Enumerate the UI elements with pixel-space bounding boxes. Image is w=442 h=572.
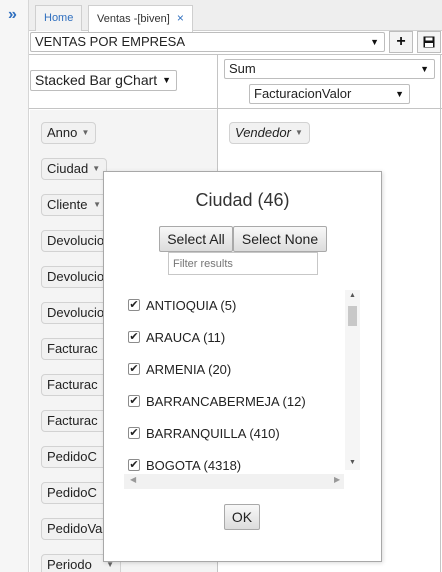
save-button[interactable] (417, 31, 441, 53)
attribute-label: Ciudad (47, 161, 89, 176)
sidebar-rail: » (0, 0, 29, 572)
list-item-label: ANTIOQUIA (5) (146, 298, 237, 313)
attribute-label: Devolucio (47, 305, 105, 320)
filter-dialog-title: Ciudad (46) (195, 190, 290, 210)
list-item-label: BARRANCABERMEJA (12) (146, 394, 306, 409)
report-select-value: VENTAS POR EMPRESA (35, 34, 186, 49)
ok-button[interactable]: OK (224, 504, 260, 530)
checkbox[interactable]: ✔ (128, 427, 140, 439)
scroll-right-icon[interactable]: ▶ (334, 475, 340, 484)
attribute-label: Facturac (47, 413, 98, 428)
chevron-down-icon: ▼ (420, 64, 429, 74)
divider (29, 54, 442, 55)
tab-label: Home (44, 12, 74, 24)
expand-sidebar-icon[interactable]: » (8, 6, 17, 24)
scroll-up-icon[interactable]: ▲ (345, 292, 360, 299)
chevron-down-icon: ▼ (370, 37, 379, 47)
attribute-label: Devolucio (47, 269, 105, 284)
triangle-down-icon[interactable]: ▼ (81, 123, 89, 143)
filter-values-list: ✔ ANTIOQUIA (5) ✔ ARAUCA (11) ✔ ARMENIA (20… (124, 290, 362, 488)
checkbox[interactable]: ✔ (128, 459, 140, 471)
tab-label: Ventas -[biven] (97, 13, 170, 25)
attribute-label: Devolucio (47, 233, 105, 248)
save-icon (423, 36, 435, 48)
scroll-down-icon[interactable]: ▼ (345, 459, 360, 466)
attribute-label: Facturac (47, 341, 98, 356)
checkbox[interactable]: ✔ (128, 331, 140, 343)
attribute-label: Vendedor (235, 125, 291, 140)
renderer-select[interactable]: Stacked Bar gChart ▼ (30, 70, 177, 91)
renderer-select-value: Stacked Bar gChart (35, 72, 158, 88)
scrollbar-thumb[interactable] (348, 306, 357, 326)
add-button[interactable]: + (389, 31, 413, 53)
aggregator-select-value: Sum (229, 61, 256, 76)
attribute-label: PedidoVa (47, 521, 103, 536)
attribute-pill[interactable]: Ciudad ▼ (41, 158, 108, 180)
chevron-down-icon: ▼ (162, 75, 171, 85)
report-select[interactable]: VENTAS POR EMPRESA ▼ (30, 32, 385, 52)
list-item-label: BOGOTA (4318) (146, 458, 242, 473)
triangle-down-icon[interactable]: ▼ (93, 195, 101, 215)
select-none-button[interactable]: Select None (233, 226, 327, 252)
attribute-label: Periodo (47, 557, 92, 572)
triangle-down-icon[interactable]: ▼ (295, 123, 303, 143)
attribute-label: Facturac (47, 377, 98, 392)
list-item-label: ARMENIA (20) (146, 362, 232, 377)
column-attribute-pill[interactable]: Vendedor ▼ (229, 122, 310, 144)
attribute-label: PedidoC (47, 485, 97, 500)
divider (29, 108, 442, 109)
divider (440, 54, 441, 572)
horizontal-scrollbar[interactable]: ◀ ▶ (124, 474, 344, 489)
select-all-button[interactable]: Select All (159, 226, 233, 252)
checkbox[interactable]: ✔ (128, 299, 140, 311)
chevron-down-icon: ▼ (395, 89, 404, 99)
value-select[interactable]: FacturacionValor ▼ (249, 84, 410, 104)
filter-dialog: Ciudad (46) Select All Select None ✔ ANTI… (103, 171, 382, 562)
close-tab-icon[interactable]: × (177, 11, 184, 25)
list-item-label: BARRANQUILLA (410) (146, 426, 280, 441)
scroll-left-icon[interactable]: ◀ (130, 475, 136, 484)
checkbox[interactable]: ✔ (128, 363, 140, 375)
vertical-scrollbar[interactable]: ▲ ▼ (345, 290, 360, 470)
aggregator-select[interactable]: Sum ▼ (224, 59, 435, 79)
attribute-pill[interactable]: Anno ▼ (41, 122, 97, 144)
triangle-down-icon[interactable]: ▼ (92, 159, 100, 179)
attribute-label: PedidoC (47, 449, 97, 464)
filter-results-input[interactable] (168, 252, 318, 275)
tab-ventas[interactable]: Ventas -[biven] × (88, 5, 193, 32)
attribute-label: Cliente (47, 197, 88, 212)
attribute-pill[interactable]: Cliente ▼ (41, 194, 108, 216)
attribute-label: Anno (47, 125, 78, 140)
value-select-value: FacturacionValor (254, 86, 352, 101)
plus-icon: + (396, 33, 406, 50)
tab-bar: Home Ventas -[biven] × (29, 0, 442, 32)
tab-home[interactable]: Home (35, 5, 83, 31)
checkbox[interactable]: ✔ (128, 395, 140, 407)
list-item-label: ARAUCA (11) (146, 330, 226, 345)
